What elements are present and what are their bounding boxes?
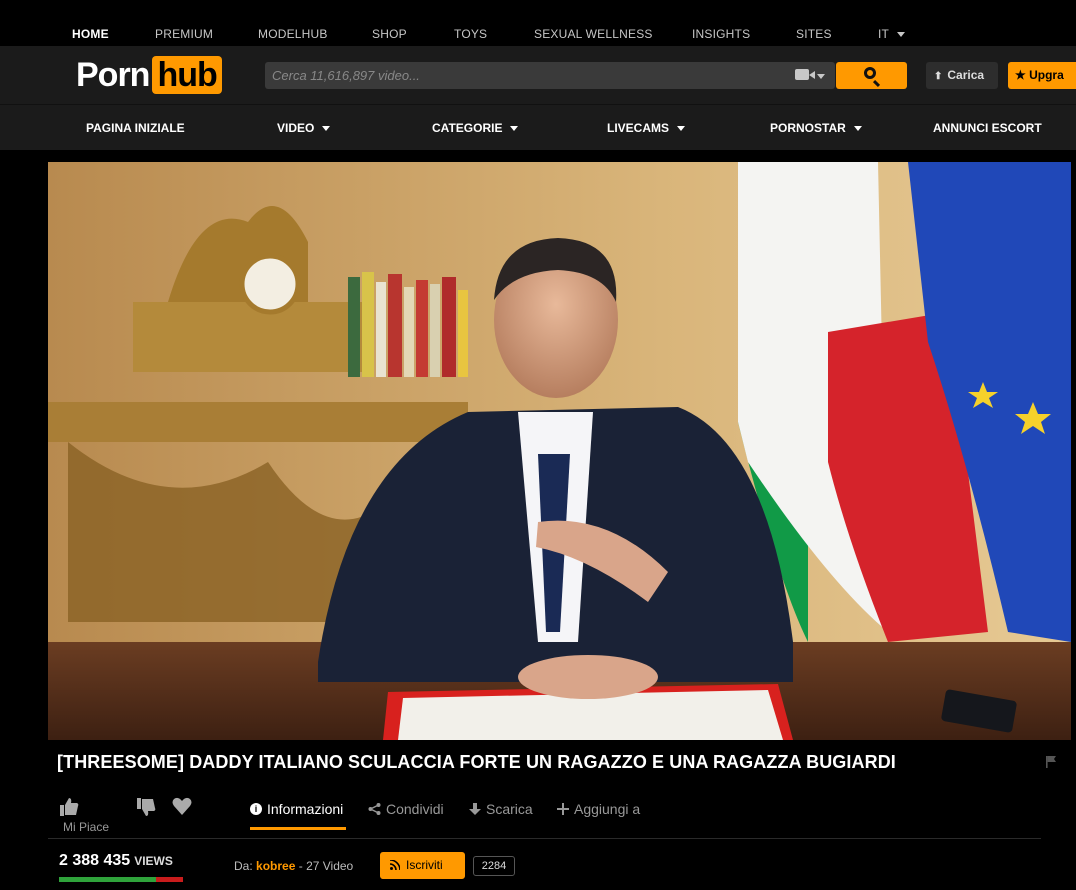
logo-text-left: Porn: [76, 55, 150, 94]
info-icon: i: [250, 803, 262, 815]
chevron-down-icon: [897, 32, 906, 38]
chevron-down-icon: [510, 126, 519, 132]
rating-bar: [59, 877, 183, 882]
search-placeholder: Cerca 11,616,897 video...: [272, 68, 420, 83]
tab-download-label: Scarica: [486, 801, 533, 817]
nav-video-label: VIDEO: [277, 121, 315, 135]
topnav-sexual-wellness[interactable]: SEXUAL WELLNESS: [534, 27, 653, 41]
tab-share-label: Condividi: [386, 801, 444, 817]
divider: [48, 838, 1041, 839]
site-logo[interactable]: Porn hub: [76, 56, 222, 94]
active-tab-indicator: [250, 827, 346, 830]
topnav-toys[interactable]: TOYS: [454, 27, 487, 41]
upgrade-button[interactable]: ★ Upgra: [1008, 62, 1076, 89]
tab-download[interactable]: Scarica: [469, 801, 533, 817]
nav-escort-ads[interactable]: ANNUNCI ESCORT: [933, 121, 1042, 135]
video-title: [THREESOME] DADDY ITALIANO SCULACCIA FOR…: [57, 752, 896, 772]
logo-text-right: hub: [152, 56, 222, 94]
top-bar: HOME PREMIUM MODELHUB SHOP TOYS SEXUAL W…: [0, 0, 1076, 46]
view-count-value: 2 388 435: [59, 852, 131, 869]
topnav-sites[interactable]: SITES: [796, 27, 832, 41]
main-nav: PAGINA INIZIALE VIDEO CATEGORIE LIVECAMS…: [0, 104, 1076, 150]
tab-share[interactable]: Condividi: [368, 801, 444, 817]
rss-icon: [390, 860, 400, 870]
uploader-link[interactable]: kobree: [256, 859, 295, 873]
upload-arrow-icon: ⬆: [934, 71, 943, 82]
nav-livecams[interactable]: LIVECAMS: [607, 121, 686, 135]
upload-button[interactable]: ⬆ Carica: [926, 62, 998, 89]
nav-categories-label: CATEGORIE: [432, 121, 503, 135]
topnav-home[interactable]: HOME: [72, 27, 109, 41]
tab-info[interactable]: i Informazioni: [250, 801, 343, 817]
upgrade-label: ★ Upgra: [1015, 68, 1064, 82]
thumbs-down-icon[interactable]: [137, 798, 156, 816]
subscribe-button[interactable]: Iscriviti: [380, 852, 465, 879]
chevron-down-icon: [853, 126, 862, 132]
share-icon: [368, 803, 381, 815]
heart-icon[interactable]: [172, 797, 192, 815]
tab-add-to[interactable]: Aggiungi a: [557, 801, 640, 817]
chevron-down-icon: [817, 74, 825, 79]
subscriber-count: 2284: [473, 856, 515, 876]
upload-label: Carica: [947, 68, 985, 82]
topnav-insights[interactable]: INSIGHTS: [692, 27, 750, 41]
language-selector[interactable]: IT: [878, 27, 906, 41]
search-button[interactable]: [836, 62, 907, 89]
nav-pornstars[interactable]: PORNOSTAR: [770, 121, 862, 135]
topnav-shop[interactable]: SHOP: [372, 27, 407, 41]
thumbs-up-icon[interactable]: [60, 798, 79, 816]
subscribe-label: Iscriviti: [406, 858, 443, 872]
nav-livecams-label: LIVECAMS: [607, 121, 670, 135]
tab-info-label: Informazioni: [267, 801, 344, 817]
uploader-prefix: Da:: [234, 859, 253, 873]
video-player[interactable]: [48, 162, 1071, 740]
video-frame-image: [48, 162, 1071, 740]
view-count-label: VIEWS: [134, 854, 173, 868]
tab-add-to-label: Aggiungi a: [574, 801, 641, 817]
uploader-video-count: - 27 Video: [298, 859, 354, 873]
rating-bar-fill: [59, 877, 156, 882]
nav-pornstars-label: PORNOSTAR: [770, 121, 846, 135]
plus-icon: [557, 803, 569, 815]
uploader-info: Da: kobree - 27 Video: [234, 859, 353, 873]
search-input[interactable]: Cerca 11,616,897 video...: [265, 62, 835, 89]
download-icon: [469, 802, 481, 815]
nav-home[interactable]: PAGINA INIZIALE: [86, 121, 185, 135]
language-label: IT: [878, 27, 890, 41]
chevron-down-icon: [322, 126, 331, 132]
view-count: 2 388 435 VIEWS: [59, 852, 173, 870]
topnav-modelhub[interactable]: MODELHUB: [258, 27, 328, 41]
report-flag-icon[interactable]: [1046, 756, 1056, 768]
chevron-down-icon: [677, 126, 686, 132]
search-icon: [864, 67, 876, 79]
like-label: Mi Piace: [63, 820, 110, 834]
nav-categories[interactable]: CATEGORIE: [432, 121, 519, 135]
video-camera-icon[interactable]: [795, 69, 815, 80]
topnav-premium[interactable]: PREMIUM: [155, 27, 213, 41]
header: Porn hub Cerca 11,616,897 video... ⬆ Cari…: [0, 46, 1076, 104]
nav-video[interactable]: VIDEO: [277, 121, 331, 135]
